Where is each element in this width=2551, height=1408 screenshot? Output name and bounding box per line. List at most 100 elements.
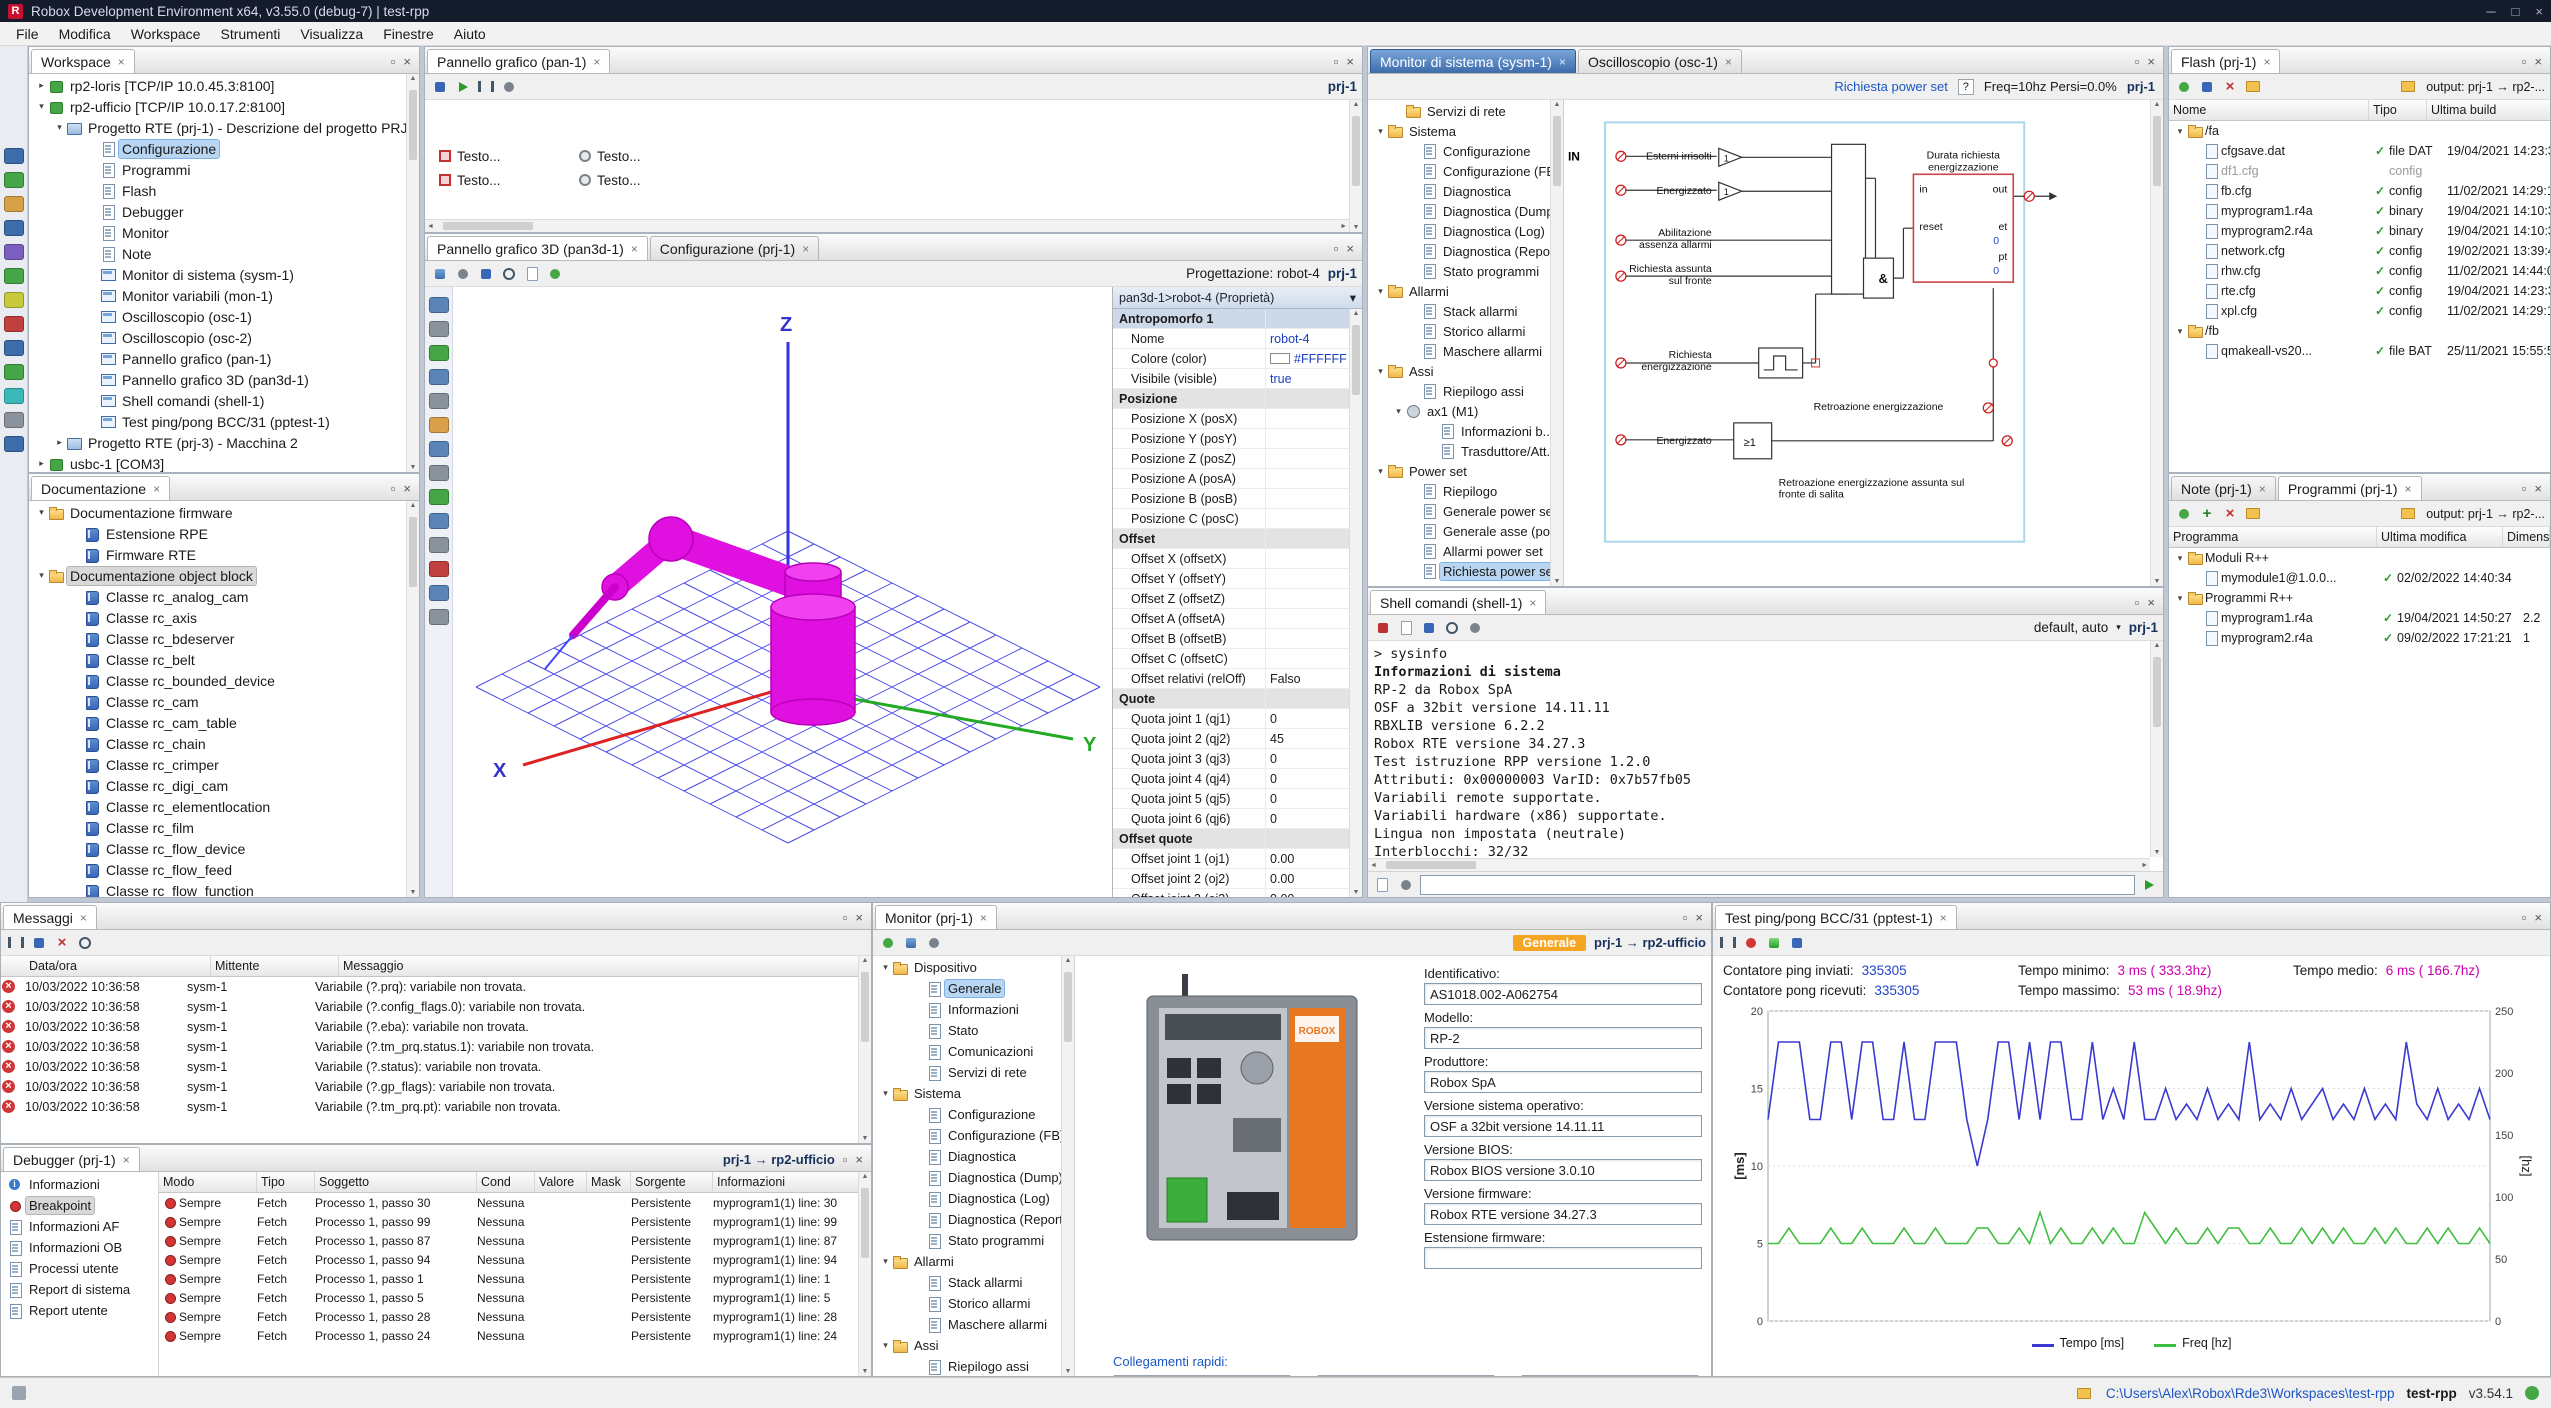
tool-icon[interactable] — [429, 463, 449, 483]
property-value[interactable] — [1265, 609, 1349, 628]
property-row[interactable]: Posizione Z (posZ) — [1113, 449, 1349, 469]
field-value[interactable] — [1424, 1247, 1702, 1269]
expand-arrow-icon[interactable]: ▾ — [2173, 553, 2187, 564]
quick-link-button[interactable]: Power set — [1521, 1375, 1699, 1376]
toolbar-icon[interactable] — [476, 264, 496, 284]
property-row[interactable]: Offset quote — [1113, 829, 1349, 849]
tree-item[interactable]: Generale asse (pow... — [1368, 521, 1550, 541]
property-row[interactable]: Quota joint 2 (qj2) 45 — [1113, 729, 1349, 749]
col-header[interactable]: Sorgente — [631, 1172, 713, 1192]
close-icon[interactable]: × — [2147, 595, 2155, 610]
tree-item[interactable]: Classe rc_analog_cam — [29, 586, 406, 607]
file-row[interactable]: network.cfg ✓ config 19/02/2021 13:39:46 — [2169, 241, 2550, 261]
shell-console[interactable]: > sysinfoInformazioni di sistemaRP-2 da … — [1368, 641, 2150, 857]
float-icon[interactable]: ▫ — [2522, 910, 2527, 925]
property-value[interactable]: 0 — [1265, 749, 1349, 768]
expand-arrow-icon[interactable]: ▾ — [1374, 126, 1387, 137]
float-icon[interactable]: ▫ — [1334, 54, 1339, 69]
close-icon[interactable]: × — [593, 56, 600, 68]
tree-item[interactable]: Configurazione — [873, 1104, 1061, 1125]
panel-object-row[interactable]: Testo... Testo... — [425, 144, 1362, 168]
property-row[interactable]: Offset Y (offsetY) — [1113, 569, 1349, 589]
toolbar-icon[interactable] — [2220, 77, 2240, 97]
side-tool-icon[interactable] — [4, 194, 24, 214]
tree-item[interactable]: Pannello grafico (pan-1) — [29, 348, 406, 369]
toolbar-icon[interactable] — [1787, 933, 1807, 953]
tree-item[interactable]: Monitor — [29, 222, 406, 243]
3d-viewport[interactable]: X Y Z — [453, 287, 1113, 897]
side-tool-icon[interactable] — [4, 146, 24, 166]
property-value[interactable]: 0.00 — [1265, 869, 1349, 888]
tree-item[interactable]: ▾ Allarmi — [873, 1251, 1061, 1272]
quick-link-button[interactable]: Assi — [1317, 1375, 1495, 1376]
debugger-section-item[interactable]: Informazioni AF — [1, 1216, 158, 1237]
close-icon[interactable]: × — [153, 483, 160, 495]
expand-arrow-icon[interactable]: ▾ — [1374, 466, 1387, 477]
close-icon[interactable]: × — [2147, 54, 2155, 69]
toolbar-icon[interactable] — [1442, 618, 1462, 638]
tree-item[interactable]: Test ping/pong BCC/31 (pptest-1) — [29, 411, 406, 432]
close-icon[interactable]: × — [403, 54, 411, 69]
tab-monitor[interactable]: Monitor (prj-1)× — [875, 905, 997, 929]
tree-item[interactable]: Diagnostica (Log) — [1368, 221, 1550, 241]
property-value[interactable]: 45 — [1265, 729, 1349, 748]
shell-mode-select[interactable]: default, auto — [2034, 620, 2108, 635]
close-icon[interactable]: × — [1695, 910, 1703, 925]
property-value[interactable] — [1265, 689, 1349, 708]
field-value[interactable]: OSF a 32bit versione 14.11.11 — [1424, 1115, 1702, 1137]
file-row[interactable]: qmakeall-vs20... ✓ file BAT 25/11/2021 1… — [2169, 341, 2550, 361]
tab-workspace[interactable]: Workspace× — [31, 49, 135, 73]
breakpoint-row[interactable]: Sempre Fetch Processo 1, passo 28 Nessun… — [159, 1307, 871, 1326]
property-row[interactable]: Quote — [1113, 689, 1349, 709]
property-value[interactable] — [1265, 829, 1349, 848]
tool-icon[interactable] — [429, 535, 449, 555]
col-header[interactable]: Mask — [587, 1172, 631, 1192]
breakpoint-row[interactable]: Sempre Fetch Processo 1, passo 87 Nessun… — [159, 1231, 871, 1250]
property-value[interactable] — [1265, 649, 1349, 668]
tree-item[interactable]: Comunicazioni — [873, 1041, 1061, 1062]
tab-oscilloscopio[interactable]: Oscilloscopio (osc-1)× — [1578, 49, 1742, 73]
file-row[interactable]: ▾ /fb — [2169, 321, 2550, 341]
close-icon[interactable]: × — [631, 243, 638, 255]
toolbar-icon[interactable] — [2220, 504, 2240, 524]
tree-item[interactable]: Oscilloscopio (osc-1) — [29, 306, 406, 327]
file-row[interactable]: rte.cfg ✓ config 19/04/2021 14:23:33 — [2169, 281, 2550, 301]
side-tool-icon[interactable] — [4, 290, 24, 310]
close-icon[interactable]: × — [2534, 910, 2542, 925]
tree-item[interactable]: Monitor variabili (mon-1) — [29, 285, 406, 306]
message-row[interactable]: 10/03/2022 10:36:58 sysm-1 Variabile (?.… — [1, 1097, 871, 1117]
expand-arrow-icon[interactable]: ▾ — [35, 101, 48, 112]
tree-item[interactable]: Note — [29, 243, 406, 264]
tab-messaggi[interactable]: Messaggi× — [3, 905, 97, 929]
property-value[interactable] — [1265, 489, 1349, 508]
tool-icon[interactable] — [429, 487, 449, 507]
program-row[interactable]: mymodule1@1.0.0... ✓ 02/02/2022 14:40:34 — [2169, 568, 2550, 588]
tree-item[interactable]: Informazioni b... — [1368, 421, 1550, 441]
tree-item[interactable]: Classe rc_belt — [29, 649, 406, 670]
close-icon[interactable]: × — [2263, 56, 2270, 68]
options-icon[interactable] — [1396, 875, 1416, 895]
property-row[interactable]: Offset joint 2 (oj2) 0.00 — [1113, 869, 1349, 889]
breakpoint-row[interactable]: Sempre Fetch Processo 1, passo 94 Nessun… — [159, 1250, 871, 1269]
float-icon[interactable]: ▫ — [843, 1152, 848, 1167]
tool-icon[interactable] — [429, 343, 449, 363]
tab-configurazione[interactable]: Configurazione (prj-1)× — [650, 236, 819, 260]
property-row[interactable]: Offset Z (offsetZ) — [1113, 589, 1349, 609]
property-row[interactable]: Offset joint 1 (oj1) 0.00 — [1113, 849, 1349, 869]
property-row[interactable]: Offset — [1113, 529, 1349, 549]
tree-item[interactable]: ▸ rp2-loris [TCP/IP 10.0.45.3:8100] — [29, 75, 406, 96]
close-icon[interactable]: × — [1529, 597, 1536, 609]
expand-arrow-icon[interactable]: ▾ — [53, 122, 66, 133]
toolbar-icon[interactable] — [52, 933, 72, 953]
col-header[interactable]: Data/ora — [25, 956, 211, 976]
expand-arrow-icon[interactable]: ▾ — [2173, 326, 2187, 337]
tab-pan1[interactable]: Pannello grafico (pan-1)× — [427, 49, 610, 73]
tab-documentazione[interactable]: Documentazione× — [31, 476, 170, 500]
toolbar-icon[interactable] — [1741, 933, 1761, 953]
expand-arrow-icon[interactable]: ▾ — [879, 962, 892, 973]
scrollbar[interactable] — [1349, 100, 1362, 232]
property-row[interactable]: Offset C (offsetC) — [1113, 649, 1349, 669]
close-icon[interactable]: × — [2534, 54, 2542, 69]
toolbar-icon[interactable] — [1764, 933, 1784, 953]
menu-item[interactable]: File — [6, 24, 49, 44]
